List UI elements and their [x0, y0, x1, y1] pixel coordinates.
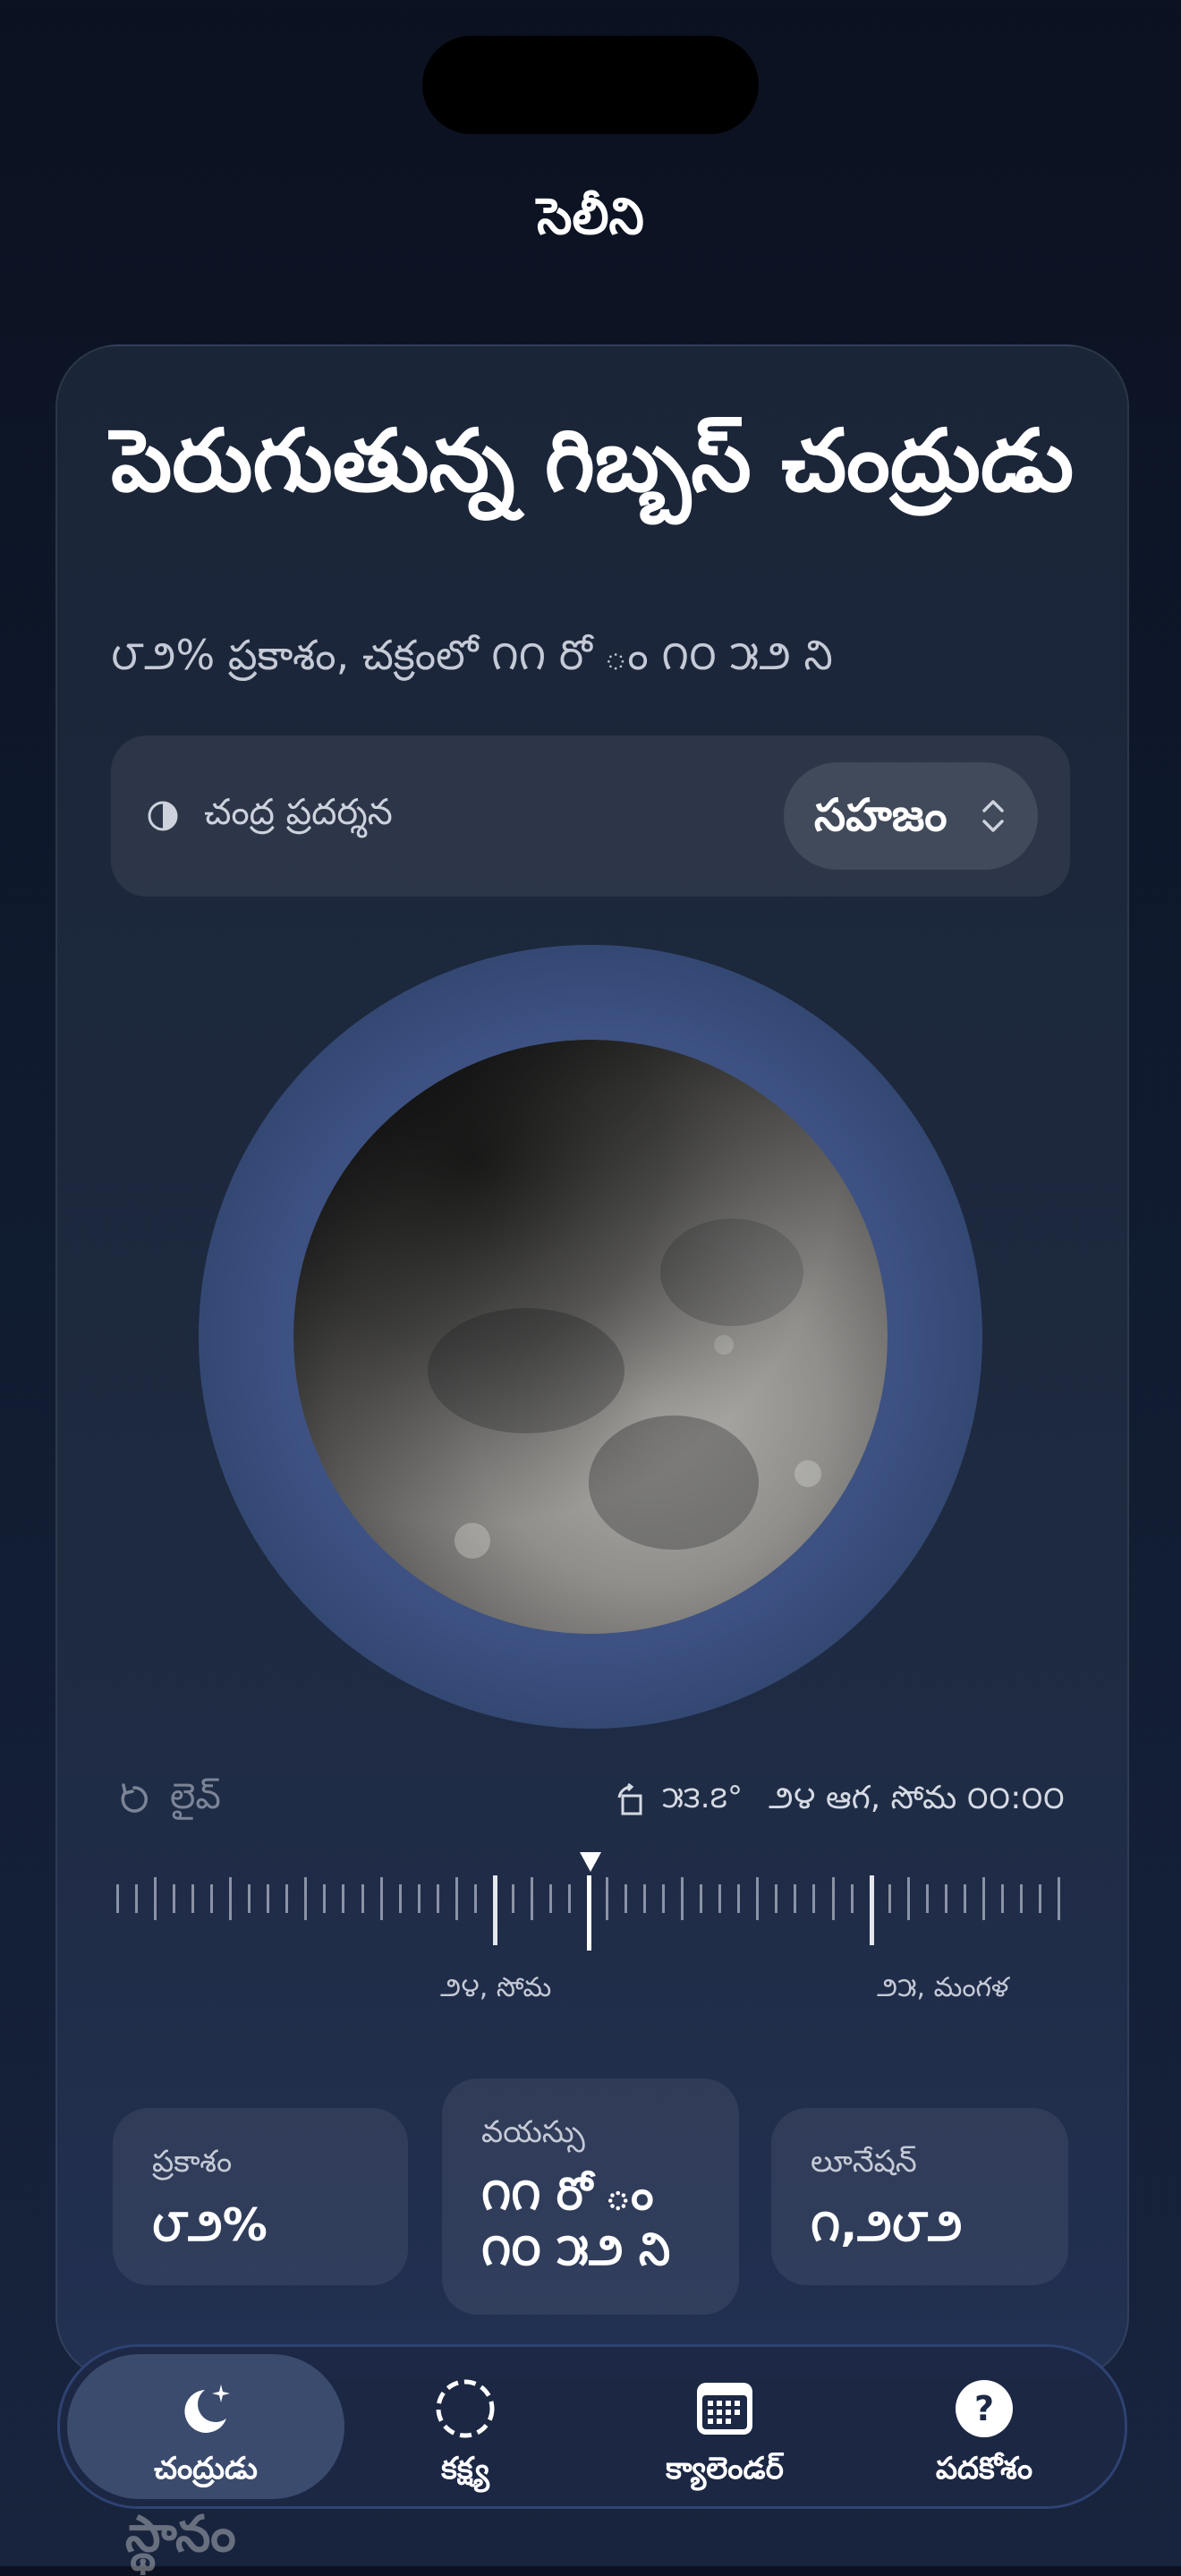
scrubber-tick	[229, 1877, 232, 1920]
scrubber-tick	[907, 1877, 910, 1920]
scrubber-tick	[191, 1884, 194, 1913]
stat-label: వయస్సు	[481, 2114, 585, 2150]
scrubber-tick	[418, 1884, 421, 1913]
question-circle-icon: ?	[956, 2380, 1013, 2437]
phase-title: పెరుగుతున్న గిబ్బస్ చంద్రుడు	[111, 411, 1075, 511]
scrubber-tick	[812, 1884, 815, 1913]
tab-bar: చంద్రుడు కక్ష్య క్యాలెండర్ ? పదకోశం	[57, 2344, 1127, 2509]
moon-view[interactable]	[199, 945, 982, 1729]
tab-label: పదకోశం	[935, 2451, 1033, 2487]
scrubber-tick	[662, 1884, 665, 1913]
stat-lunation: లూనేషన్ ౧,౨౮౨	[771, 2108, 1068, 2285]
scrubber-tick	[606, 1877, 608, 1920]
stat-label: లూనేషన్	[811, 2144, 917, 2180]
reset-arrow-icon[interactable]	[116, 1781, 152, 1817]
tab-glossary[interactable]: ? పదకోశం	[845, 2354, 1123, 2499]
live-button[interactable]: లైవ్	[170, 1776, 221, 1826]
time-scrubber[interactable]: ౨౪, సోమ ౨౫, మంగళ	[116, 1852, 1065, 2013]
app-title: సెలీని	[537, 188, 644, 246]
scrubber-tick	[267, 1884, 269, 1913]
scrubber-pointer	[580, 1852, 601, 1872]
half-circle-icon	[148, 801, 178, 831]
orbit-dashed-circle-icon	[436, 2379, 495, 2438]
scrubber-tick	[248, 1884, 251, 1913]
scrubber-tick	[437, 1884, 439, 1913]
timeline-day-label: ౨౫, మంగళ	[877, 1972, 1009, 2003]
scrubber-tick	[493, 1875, 497, 1945]
tab-moon[interactable]: చంద్రుడు	[67, 2354, 344, 2499]
moon-display-mode-select[interactable]: సహజం	[784, 762, 1038, 870]
stat-value: ౮౨%	[152, 2199, 268, 2251]
scrubber-tick	[851, 1884, 854, 1913]
scrubber-tick	[361, 1884, 364, 1913]
tab-calendar[interactable]: క్యాలెండర్	[586, 2354, 863, 2499]
stat-value: ౧,౨౮౨	[811, 2199, 963, 2251]
tab-orbit[interactable]: కక్ష్య	[327, 2354, 604, 2499]
scrubber-tick	[342, 1884, 344, 1913]
moon-stars-icon	[184, 2385, 230, 2433]
scrubber-tick	[756, 1877, 759, 1920]
scrubber-tick	[549, 1884, 552, 1913]
scrubber-tick	[135, 1884, 138, 1913]
scrubber-tick	[587, 1875, 591, 1951]
scrubber-tick	[1058, 1877, 1060, 1920]
scrubber-tick	[1020, 1884, 1023, 1913]
moon-display-row: చంద్ర ప్రదర్శన సహజం	[111, 735, 1070, 897]
chevron-up-down-icon	[982, 800, 1004, 832]
rotate-icon	[617, 1783, 642, 1815]
scrubber-tick	[285, 1884, 288, 1913]
tab-label: క్యాలెండర్	[666, 2451, 784, 2487]
moon-image	[293, 1040, 888, 1634]
timeline-datetime: ౨౪ ఆగ, సోమ ౦౦:౦౦	[769, 1780, 1065, 1816]
scrubber-tick	[832, 1877, 835, 1920]
scrubber-tick	[945, 1884, 947, 1913]
scrubber-tick	[173, 1884, 175, 1913]
scrubber-tick	[794, 1884, 796, 1913]
scrubber-tick	[700, 1884, 702, 1913]
timeline-day-label: ౨౪, సోమ	[440, 1972, 552, 2003]
scrubber-tick	[399, 1884, 402, 1913]
scrubber-tick	[304, 1877, 307, 1920]
moon-shadow	[293, 1040, 888, 1634]
scrubber-tick	[926, 1884, 929, 1913]
calendar-icon	[697, 2383, 752, 2435]
svg-text:?: ?	[974, 2389, 994, 2428]
scrubber-tick	[116, 1884, 119, 1913]
scrubber-tick	[718, 1884, 721, 1913]
scrubber-tick	[380, 1877, 383, 1920]
scrubber-tick	[568, 1884, 571, 1913]
scrubber-tick	[323, 1884, 326, 1913]
scrubber-tick	[643, 1884, 646, 1913]
tab-label: చంద్రుడు	[154, 2451, 258, 2487]
scrubber-tick	[681, 1877, 684, 1920]
scrubber-tick	[474, 1884, 477, 1913]
scrubber-tick	[512, 1884, 514, 1913]
scrubber-tick	[154, 1877, 157, 1920]
stat-value: ౧౧ రో ం ౧౦ ౫౨ ని	[481, 2168, 671, 2275]
scrubber-tick	[624, 1884, 627, 1913]
scrubber-tick	[531, 1877, 533, 1920]
scrubber-tick	[982, 1877, 985, 1920]
scrubber-tick	[737, 1884, 740, 1913]
stat-illumination: ప్రకాశం ౮౨%	[113, 2108, 408, 2285]
scrubber-tick	[455, 1877, 458, 1920]
timeline-header: లైవ్ ౫౩.౭° ౨౪ ఆగ, సోమ ౦౦:౦౦	[116, 1776, 1065, 1830]
mode-select-value: సహజం	[814, 789, 947, 841]
scrubber-tick	[888, 1884, 891, 1913]
scrubber-tick	[870, 1875, 874, 1945]
stat-label: ప్రకాశం	[152, 2144, 233, 2180]
rotation-angle: ౫౩.౭°	[662, 1780, 743, 1815]
stat-age: వయస్సు ౧౧ రో ం ౧౦ ౫౨ ని	[442, 2079, 739, 2315]
scrubber-tick	[1039, 1884, 1041, 1913]
scrubber-tick	[1001, 1884, 1004, 1913]
phase-subtitle: ౮౨% ప్రకాశం, చక్రంలో ౧౧ రో ం ౧౦ ౫౨ ని	[111, 631, 833, 679]
scrubber-tick	[964, 1884, 966, 1913]
camera-notch	[422, 36, 759, 134]
tab-label: కక్ష్య	[441, 2451, 489, 2487]
location-section-title: స్థానం	[125, 2505, 236, 2563]
moon-display-label: చంద్ర ప్రదర్శన	[204, 792, 393, 833]
scrubber-tick	[210, 1884, 213, 1913]
scrubber-tick	[775, 1884, 777, 1913]
